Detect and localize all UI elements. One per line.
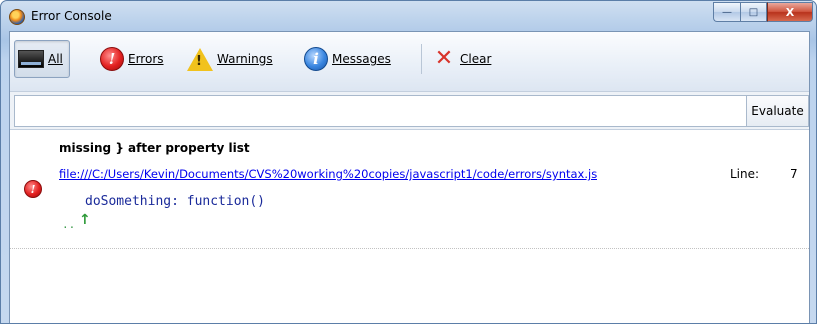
error-position-caret-icon: ↑ bbox=[79, 212, 91, 228]
code-input[interactable] bbox=[14, 95, 747, 127]
console-log[interactable]: ! missing } after property list file:///… bbox=[10, 130, 809, 323]
source-file-link[interactable]: file:///C:/Users/Kevin/Documents/CVS%20w… bbox=[59, 167, 597, 181]
caption-buttons: — □ X bbox=[713, 2, 813, 22]
maximize-button[interactable]: □ bbox=[740, 2, 767, 22]
error-icon: ! bbox=[24, 180, 42, 198]
line-label: Line: bbox=[730, 167, 760, 181]
close-button[interactable]: X bbox=[767, 2, 813, 22]
filter-toolbar: All ! Errors ! Warnings i Messages ✕ Cle… bbox=[10, 32, 809, 92]
filter-warnings-label: Warnings bbox=[217, 52, 273, 66]
title-bar[interactable]: Error Console — □ X bbox=[1, 1, 816, 31]
line-number: 7 bbox=[790, 167, 798, 181]
filter-warnings-button[interactable]: ! Warnings bbox=[183, 40, 280, 78]
console-content: All ! Errors ! Warnings i Messages ✕ Cle… bbox=[9, 31, 810, 323]
filter-messages-label: Messages bbox=[332, 52, 391, 66]
firefox-app-icon bbox=[9, 9, 25, 25]
evaluate-row: Evaluate bbox=[10, 92, 809, 130]
filter-all-button[interactable]: All bbox=[14, 40, 70, 78]
filter-messages-button[interactable]: i Messages bbox=[300, 40, 398, 78]
filter-errors-label: Errors bbox=[128, 52, 164, 66]
error-message: missing } after property list bbox=[59, 141, 250, 155]
column-dots: .. bbox=[62, 218, 76, 231]
clear-x-icon: ✕ bbox=[434, 46, 454, 71]
toolbar-separator bbox=[421, 44, 422, 74]
all-monitor-icon bbox=[18, 50, 44, 68]
source-code-line: doSomething: function() bbox=[85, 194, 266, 209]
filter-errors-button[interactable]: ! Errors bbox=[96, 40, 171, 78]
log-entry[interactable]: ! missing } after property list file:///… bbox=[10, 130, 809, 249]
error-icon: ! bbox=[100, 47, 124, 71]
clear-label: Clear bbox=[460, 52, 492, 66]
filter-all-label: All bbox=[48, 52, 63, 66]
info-icon: i bbox=[304, 47, 328, 71]
minimize-button[interactable]: — bbox=[713, 2, 740, 22]
evaluate-button[interactable]: Evaluate bbox=[747, 95, 809, 127]
clear-button[interactable]: ✕ Clear bbox=[428, 40, 498, 78]
window-title: Error Console bbox=[31, 9, 112, 23]
warning-icon: ! bbox=[187, 47, 213, 71]
error-console-window: Error Console — □ X All ! Errors ! Warni… bbox=[0, 0, 817, 324]
